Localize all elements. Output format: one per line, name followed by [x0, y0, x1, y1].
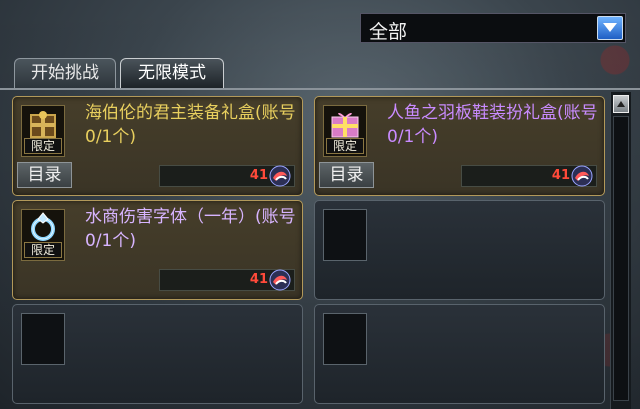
- item-title: 水商伤害字体（一年）(账号 0/1个): [85, 207, 296, 251]
- price-value: 41: [249, 272, 268, 287]
- scroll-up-button[interactable]: [613, 95, 629, 113]
- empty-icon-slot: [323, 313, 367, 365]
- pink-gift-box-icon[interactable]: 限定: [323, 105, 367, 157]
- tab-start-challenge[interactable]: 开始挑战: [14, 58, 116, 88]
- price-value: 41: [551, 168, 570, 183]
- price-value: 41: [249, 168, 268, 183]
- golden-gift-box-icon[interactable]: 限定: [21, 105, 65, 157]
- price-box: 41: [159, 269, 295, 291]
- price-box: 41: [461, 165, 597, 187]
- ceremony-coin-icon: [269, 269, 291, 291]
- empty-icon-slot: [323, 209, 367, 261]
- item-title: 海伯伦的君主装备礼盒(账号 0/1个): [85, 103, 296, 147]
- limited-badge: 限定: [24, 138, 62, 154]
- scroll-track[interactable]: [613, 116, 629, 401]
- empty-item-slot: [314, 304, 605, 404]
- chevron-down-icon: [603, 23, 617, 32]
- category-selected-label: 全部: [369, 21, 408, 43]
- empty-item-slot: [12, 304, 303, 404]
- dropdown-arrow-button[interactable]: [597, 16, 623, 40]
- item-card[interactable]: 限定 海伯伦的君主装备礼盒(账号 0/1个) 目录 41: [12, 96, 303, 196]
- tab-divider: [0, 88, 640, 90]
- ring-icon[interactable]: 限定: [21, 209, 65, 261]
- ceremony-coin-icon: [571, 165, 593, 187]
- category-dropdown[interactable]: 全部: [360, 13, 626, 43]
- catalog-button[interactable]: 目录: [17, 162, 72, 188]
- limited-badge: 限定: [24, 242, 62, 258]
- item-card[interactable]: 限定 人鱼之羽板鞋装扮礼盒(账号 0/1个) 目录 41: [314, 96, 605, 196]
- price-box: 41: [159, 165, 295, 187]
- empty-item-slot: [314, 200, 605, 300]
- tab-infinite-mode[interactable]: 无限模式: [120, 58, 224, 88]
- arrow-up-icon: [617, 101, 625, 107]
- scrollbar[interactable]: [610, 92, 631, 409]
- catalog-button[interactable]: 目录: [319, 162, 374, 188]
- empty-icon-slot: [21, 313, 65, 365]
- item-title: 人鱼之羽板鞋装扮礼盒(账号 0/1个): [387, 103, 598, 147]
- item-card[interactable]: 限定 水商伤害字体（一年）(账号 0/1个) 41: [12, 200, 303, 300]
- item-list: 限定 海伯伦的君主装备礼盒(账号 0/1个) 目录 41 限定 人鱼之羽板鞋装扮…: [10, 92, 608, 409]
- ceremony-coin-icon: [269, 165, 291, 187]
- limited-badge: 限定: [326, 138, 364, 154]
